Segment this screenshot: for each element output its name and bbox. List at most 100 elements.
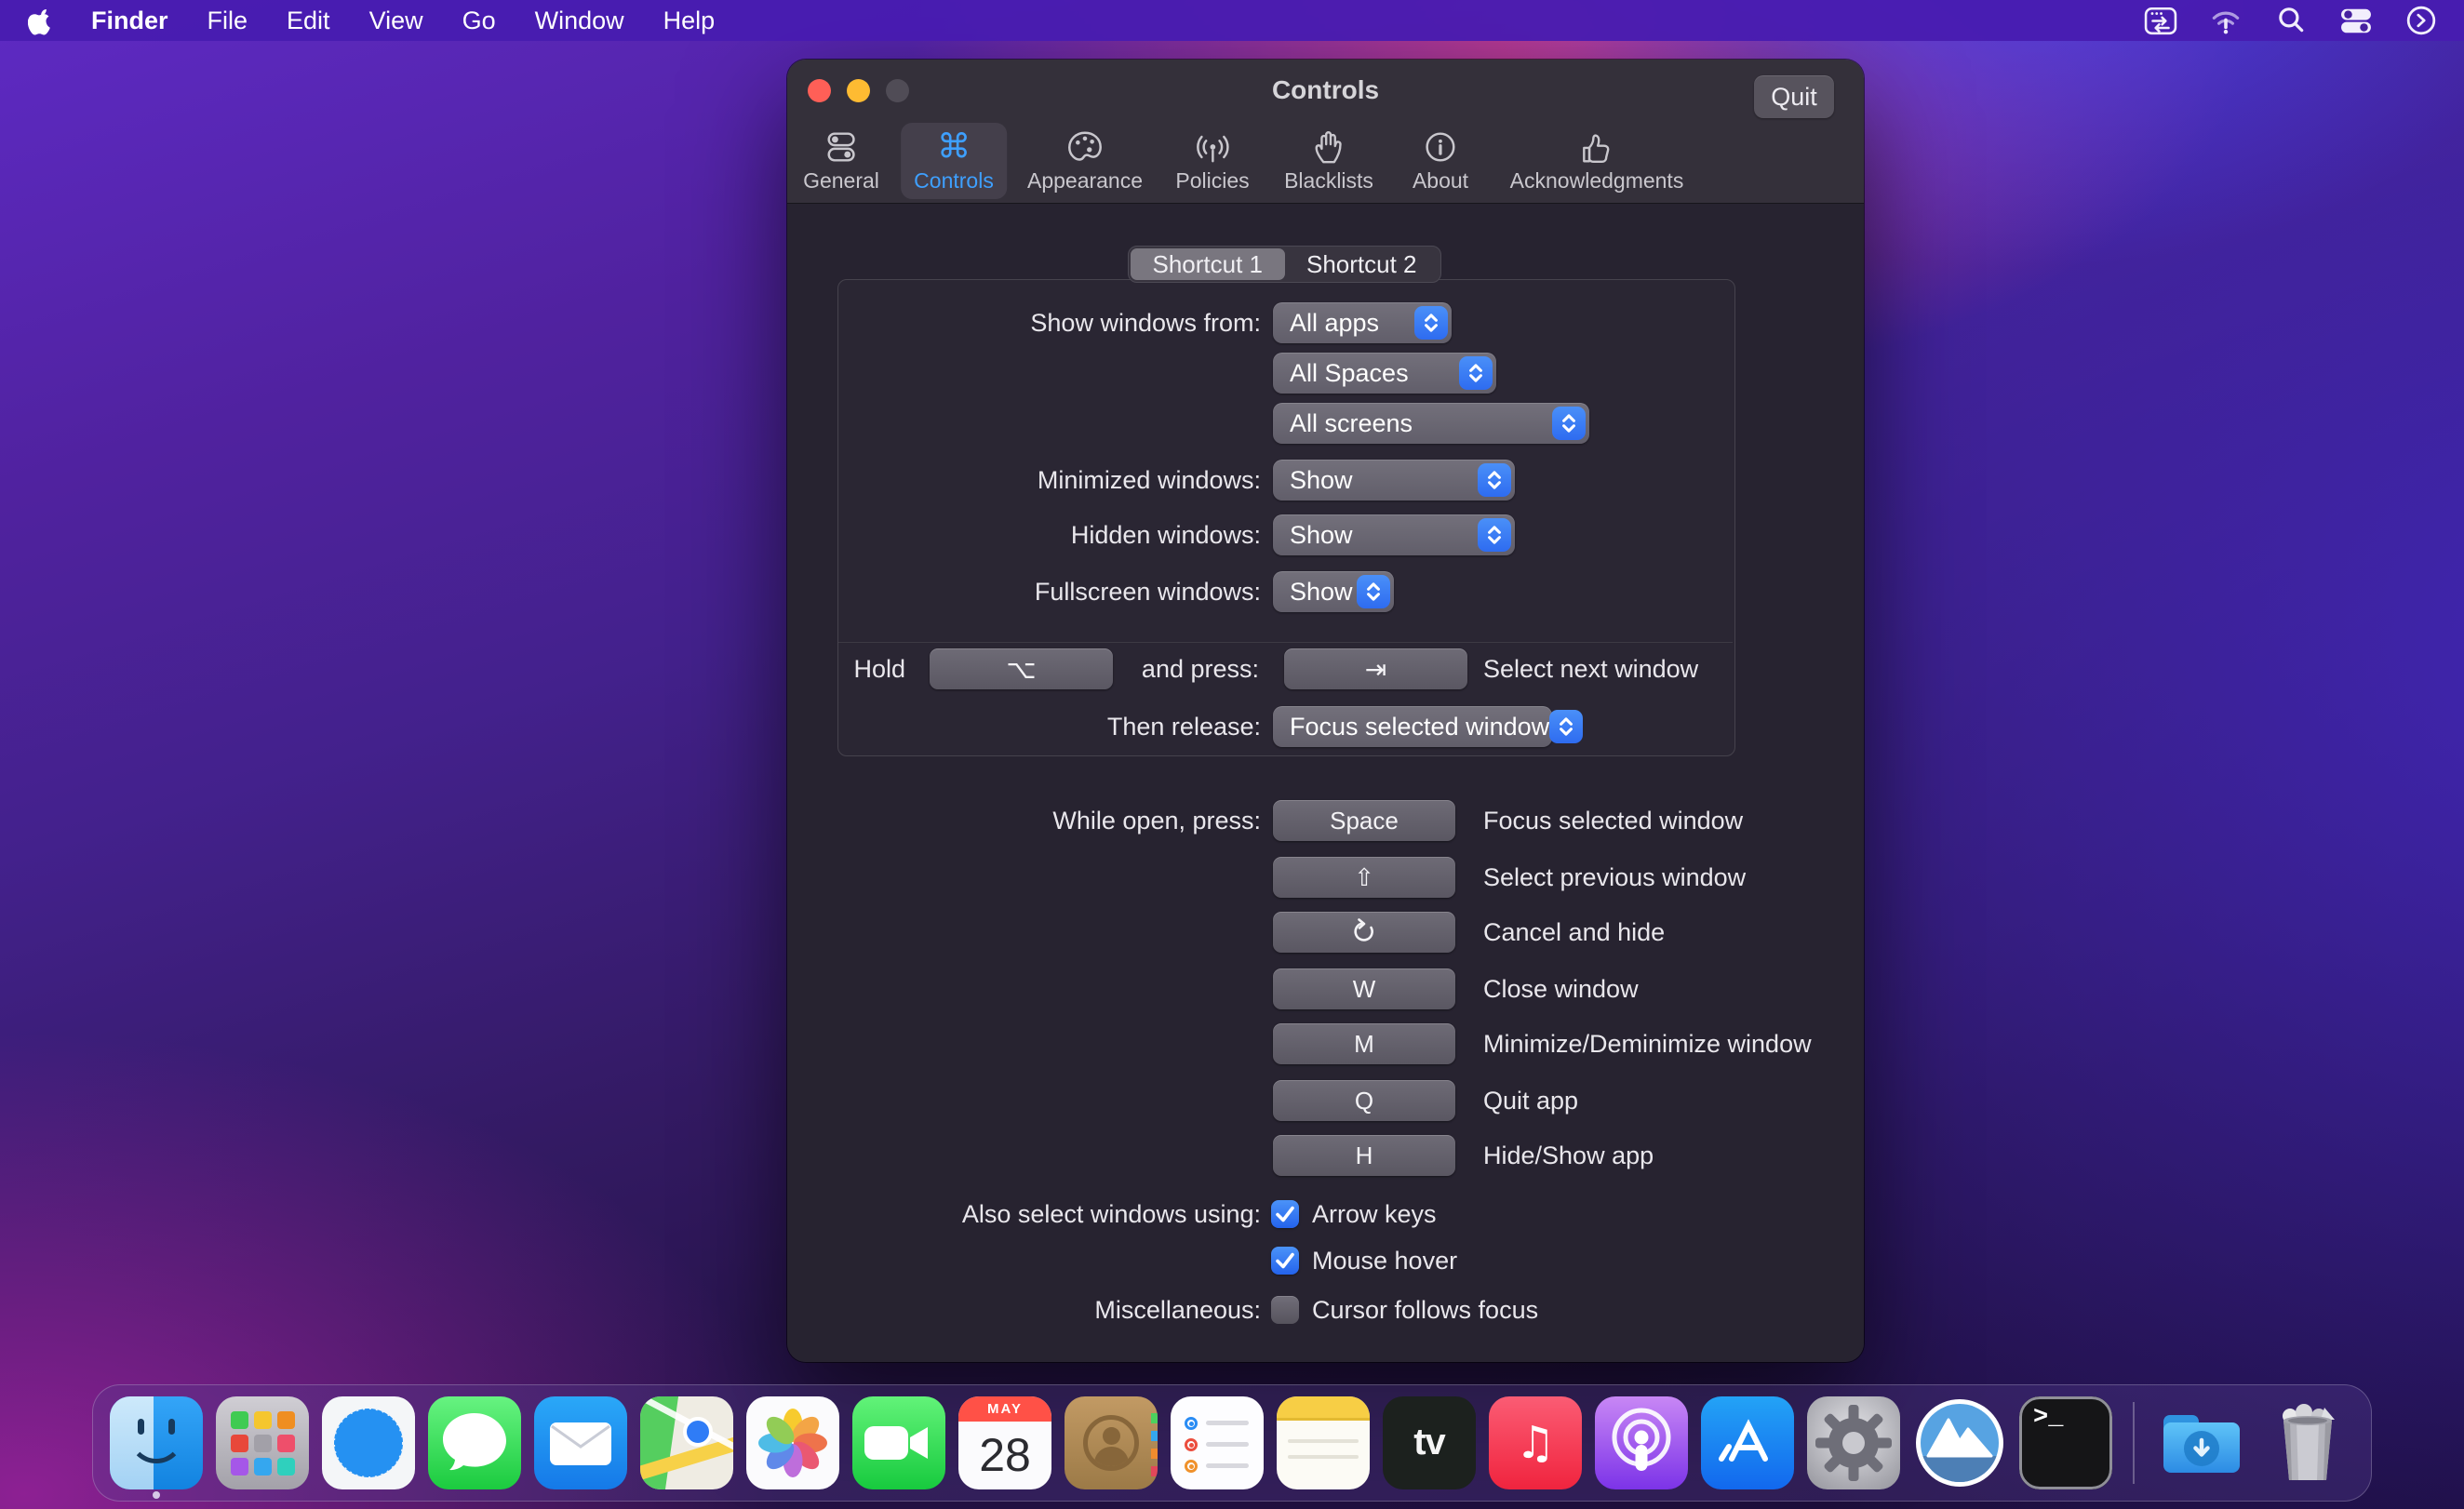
dock-icon-finder[interactable] bbox=[110, 1396, 203, 1489]
dock-icon-downloads[interactable] bbox=[2155, 1396, 2248, 1489]
toolbar-tab-general[interactable]: General bbox=[790, 123, 892, 199]
toolbar-tab-acknowledgments[interactable]: Acknowledgments bbox=[1497, 123, 1697, 199]
dropdown-show[interactable]: Show bbox=[1273, 571, 1394, 612]
key-recorder-quit-app[interactable]: Q bbox=[1273, 1080, 1455, 1121]
dock-icon-safari[interactable] bbox=[322, 1396, 415, 1489]
dropdown-all-screens[interactable]: All screens bbox=[1273, 403, 1589, 444]
key-recorder-close-window[interactable]: W bbox=[1273, 968, 1455, 1009]
menu-bar-left: Finder File Edit View Go Window Help bbox=[22, 0, 734, 41]
checkbox-text[interactable]: Cursor follows focus bbox=[1312, 1296, 1538, 1324]
dock-icon-podcasts[interactable] bbox=[1595, 1396, 1688, 1489]
checkbox-text[interactable]: Arrow keys bbox=[1312, 1200, 1437, 1228]
menu-item-go[interactable]: Go bbox=[443, 0, 516, 41]
press-key-recorder[interactable]: ⇥ bbox=[1284, 648, 1467, 689]
window-title: Controls bbox=[973, 75, 1678, 105]
hold-key-recorder[interactable]: ⌥ bbox=[930, 648, 1113, 689]
minimize-button[interactable] bbox=[847, 79, 870, 102]
dock-icon-tv[interactable]: tv bbox=[1383, 1396, 1476, 1489]
dock-icon-reminders[interactable] bbox=[1171, 1396, 1264, 1489]
then-release-label: Then release: bbox=[787, 706, 1261, 747]
tab-shortcut-1[interactable]: Shortcut 1 bbox=[1131, 248, 1285, 280]
dock-icon-facetime[interactable] bbox=[852, 1396, 945, 1489]
menu-item-edit[interactable]: Edit bbox=[267, 0, 350, 41]
then-release-value: Focus selected window bbox=[1273, 713, 1549, 741]
dock-icon-maps[interactable] bbox=[640, 1396, 733, 1489]
shortcut-description: Focus selected window bbox=[1483, 800, 1743, 841]
menu-item-window[interactable]: Window bbox=[516, 0, 644, 41]
then-release-dropdown[interactable]: Focus selected window bbox=[1273, 706, 1552, 747]
dock-icon-contacts[interactable] bbox=[1065, 1396, 1158, 1489]
toolbar-tab-controls[interactable]: ⌘Controls bbox=[901, 123, 1007, 199]
dropdown-all-apps[interactable]: All apps bbox=[1273, 302, 1452, 343]
dock-separator bbox=[2133, 1402, 2135, 1484]
dock-icon-music[interactable]: ♫ bbox=[1489, 1396, 1582, 1489]
quit-button[interactable]: Quit bbox=[1754, 75, 1834, 118]
dock-icon-alttab[interactable] bbox=[1913, 1396, 2006, 1489]
wifi-alert-icon[interactable] bbox=[2205, 0, 2246, 41]
spotlight-search-icon[interactable] bbox=[2270, 0, 2311, 41]
calendar-month: MAY bbox=[958, 1396, 1051, 1422]
shortcut-description: Hide/Show app bbox=[1483, 1135, 1654, 1176]
menu-item-view[interactable]: View bbox=[350, 0, 443, 41]
dropdown-row-label: Hidden windows: bbox=[787, 514, 1261, 555]
key-recorder-hide-show-app[interactable]: H bbox=[1273, 1135, 1455, 1176]
key-recorder-focus-selected-window[interactable]: Space bbox=[1273, 800, 1455, 841]
group-divider bbox=[838, 642, 1733, 643]
dock-icon-trash[interactable] bbox=[2261, 1396, 2354, 1489]
window-switcher-icon[interactable] bbox=[2140, 0, 2181, 41]
dropdown-show[interactable]: Show bbox=[1273, 514, 1515, 555]
shortcut-description: Minimize/Deminimize window bbox=[1483, 1023, 1812, 1064]
toolbar-tab-about[interactable]: About bbox=[1399, 123, 1481, 199]
running-indicator bbox=[153, 1491, 160, 1499]
close-button[interactable] bbox=[808, 79, 831, 102]
checkbox-cursor-follows-focus[interactable] bbox=[1271, 1296, 1299, 1324]
checkbox-text[interactable]: Mouse hover bbox=[1312, 1247, 1457, 1275]
toolbar-tab-blacklists[interactable]: Blacklists bbox=[1271, 123, 1386, 199]
thumbs-up-icon bbox=[1577, 128, 1616, 166]
toggles-icon bbox=[822, 128, 861, 166]
dock-icon-app-store[interactable] bbox=[1701, 1396, 1794, 1489]
shortcut-description: Close window bbox=[1483, 968, 1639, 1009]
dropdown-stepper-icon bbox=[1478, 518, 1511, 552]
window-titlebar[interactable]: Controls Quit General⌘ControlsAppearance… bbox=[787, 60, 1864, 204]
key-recorder-minimize-deminimize-window[interactable]: M bbox=[1273, 1023, 1455, 1064]
dropdown-value: All screens bbox=[1273, 409, 1552, 438]
zoom-button-disabled bbox=[886, 79, 909, 102]
shortcut-description: Select previous window bbox=[1483, 857, 1746, 898]
shortcut-description: Quit app bbox=[1483, 1080, 1578, 1121]
toolbar-tab-label: Acknowledgments bbox=[1510, 168, 1684, 194]
toolbar-tab-policies[interactable]: Policies bbox=[1162, 123, 1262, 199]
command-icon: ⌘ bbox=[934, 128, 973, 166]
checkbox-arrow-keys[interactable] bbox=[1271, 1200, 1299, 1228]
tab-shortcut-2[interactable]: Shortcut 2 bbox=[1285, 248, 1440, 280]
dock-icon-calendar[interactable]: MAY28 bbox=[958, 1396, 1051, 1489]
checkbox-row-label bbox=[787, 1240, 1261, 1281]
menu-item-help[interactable]: Help bbox=[644, 0, 735, 41]
key-recorder-cancel-and-hide[interactable] bbox=[1273, 912, 1455, 953]
dock-icon-mail[interactable] bbox=[534, 1396, 627, 1489]
dock-icon-system-preferences[interactable] bbox=[1807, 1396, 1900, 1489]
apple-menu[interactable] bbox=[22, 6, 72, 35]
dropdown-row-label bbox=[787, 353, 1261, 394]
dock-icon-photos[interactable] bbox=[746, 1396, 839, 1489]
menu-item-app[interactable]: Finder bbox=[72, 0, 188, 41]
dock-icon-messages[interactable] bbox=[428, 1396, 521, 1489]
toolbar-tab-label: About bbox=[1413, 168, 1468, 194]
dropdown-row-label bbox=[787, 403, 1261, 444]
control-center-icon[interactable] bbox=[2336, 0, 2377, 41]
toolbar-tab-appearance[interactable]: Appearance bbox=[1014, 123, 1156, 199]
dropdown-all-spaces[interactable]: All Spaces bbox=[1273, 353, 1496, 394]
menu-item-file[interactable]: File bbox=[188, 0, 268, 41]
key-recorder-select-previous-window[interactable]: ⇧ bbox=[1273, 857, 1455, 898]
toolbar-tab-label: Controls bbox=[914, 168, 994, 194]
dock-icon-launchpad[interactable] bbox=[216, 1396, 309, 1489]
dock-icon-terminal[interactable]: >_ bbox=[2019, 1396, 2112, 1489]
checkbox-mouse-hover[interactable] bbox=[1271, 1247, 1299, 1275]
hand-icon bbox=[1309, 128, 1348, 166]
hold-label: Hold bbox=[787, 648, 905, 689]
checkbox-row-label: Also select windows using: bbox=[787, 1194, 1261, 1235]
dropdown-show[interactable]: Show bbox=[1273, 460, 1515, 501]
fast-user-switching-icon[interactable] bbox=[2401, 0, 2442, 41]
dock-icon-notes[interactable] bbox=[1277, 1396, 1370, 1489]
checkbox-row-label: Miscellaneous: bbox=[787, 1289, 1261, 1330]
